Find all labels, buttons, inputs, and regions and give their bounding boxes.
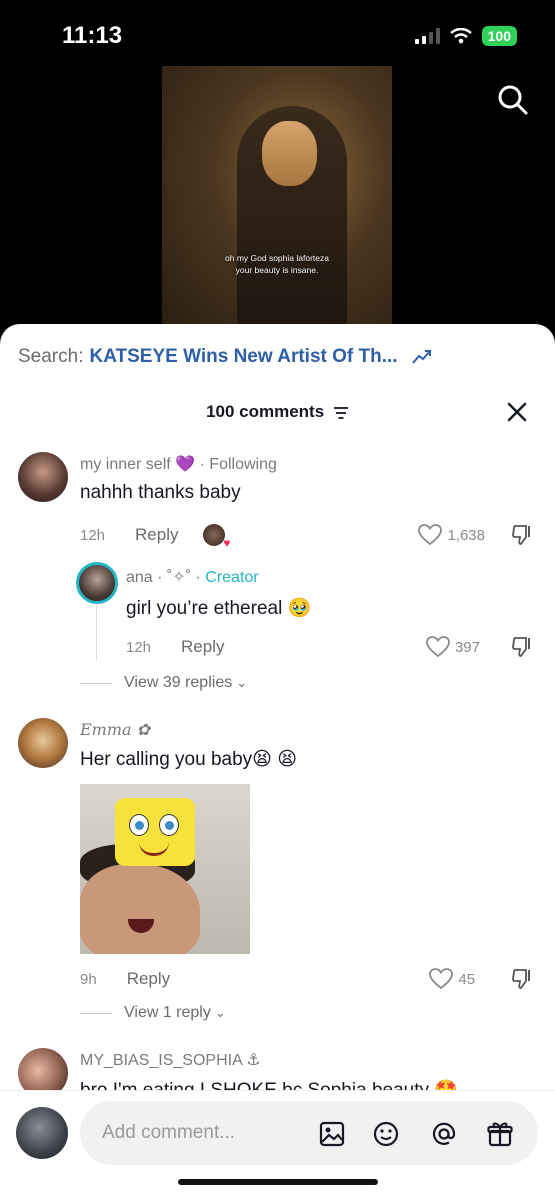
like-button[interactable]: 1,638 [418,524,485,546]
gift-icon[interactable] [486,1120,514,1148]
video-caption-line2: your beauty is insane. [235,265,319,275]
reply-text: girl you’re ethereal 🥹 [126,598,312,619]
mention-icon[interactable] [430,1120,458,1148]
chevron-down-icon: ⌄ [236,675,248,690]
close-icon[interactable] [505,400,529,424]
reply-username[interactable]: ana · ˚✧˚ · Creator [126,567,259,587]
search-query[interactable]: KATSEYE Wins New Artist Of Th... [89,346,397,368]
status-indicators: 100 [414,26,517,46]
comment-username[interactable]: Emma ✿ [80,720,150,739]
comments-count: 100 comments [206,402,325,421]
reply-meta: 12h Reply [126,637,225,657]
wifi-icon [449,28,472,44]
heart-emoji-icon: 💜 [175,456,196,473]
heart-icon [426,636,450,658]
image-icon[interactable] [318,1120,346,1148]
reply-button[interactable]: Reply [135,525,178,545]
comment-composer: Add comment... [0,1090,555,1200]
spongebob-mask [115,798,195,866]
comments-sheet: Search: KATSEYE Wins New Artist Of Th...… [0,324,555,1200]
dislike-icon[interactable] [511,968,533,990]
comment-meta: 9h Reply [80,969,170,989]
search-icon[interactable] [495,82,531,118]
comment-username[interactable]: my inner self 💜 · Following [80,454,277,474]
user-avatar[interactable] [16,1107,68,1159]
battery-indicator: 100 [481,26,517,46]
like-count: 45 [458,970,475,988]
view-replies-label: View 39 replies [124,674,233,691]
divider [80,1012,112,1014]
reply-button[interactable]: Reply [181,637,224,657]
comment-username[interactable]: MY_BIAS_IS_SOPHIA ⚓ [80,1050,261,1070]
comment-time: 12h [80,526,106,544]
avatar[interactable] [18,452,68,502]
reply-button[interactable]: Reply [127,969,170,989]
meme-person [80,864,200,954]
thread-line [96,604,97,660]
like-count: 397 [454,638,480,656]
video-face [262,121,317,186]
comments-header: 100 comments [0,402,555,422]
heart-icon [418,524,443,546]
view-replies-button[interactable]: View 39 replies ⌄ [80,674,247,692]
search-suggestion[interactable]: Search: KATSEYE Wins New Artist Of Th... [18,346,432,368]
comment-time: 9h [80,970,97,988]
signal-icon [414,28,440,44]
status-time: 11:13 [62,22,123,49]
status-bar: 11:13 100 [0,0,555,70]
creator-avatar[interactable] [76,562,118,604]
filter-icon[interactable] [333,406,349,420]
view-replies-label: View 1 reply [124,1004,211,1021]
search-prefix: Search: [18,346,84,367]
view-replies-button[interactable]: View 1 reply ⌄ [80,1004,226,1022]
home-indicator [178,1179,378,1185]
like-button[interactable]: 397 [426,636,480,658]
avatar[interactable] [18,718,68,768]
comment-input[interactable]: Add comment... [80,1101,538,1165]
dislike-icon[interactable] [511,524,533,546]
creator-liked-avatar: ♥ [202,524,231,550]
chevron-down-icon: ⌄ [214,1005,226,1020]
emoji-icon[interactable] [372,1120,400,1148]
dislike-icon[interactable] [511,636,533,658]
like-count: 1,638 [447,526,485,544]
comment-text: Her calling you baby😫 😫 [80,749,298,770]
heart-icon [429,968,454,990]
video-preview[interactable]: oh my God sophia laforteza your beauty i… [162,66,392,326]
following-badge: · Following [199,456,277,473]
divider [80,682,112,684]
comment-text: nahhh thanks baby [80,482,241,503]
anchor-icon: ⚓ [246,1052,261,1069]
comment-placeholder: Add comment... [102,1122,236,1143]
creator-label: Creator [205,569,259,586]
comment-meta: 12h Reply ♥ [80,524,231,550]
like-button[interactable]: 45 [429,968,475,990]
comment-image[interactable] [80,784,250,954]
video-caption-line1: oh my God sophia laforteza [225,253,329,263]
reply-time: 12h [126,638,152,656]
trending-icon [411,350,431,364]
video-caption: oh my God sophia laforteza your beauty i… [162,252,392,276]
